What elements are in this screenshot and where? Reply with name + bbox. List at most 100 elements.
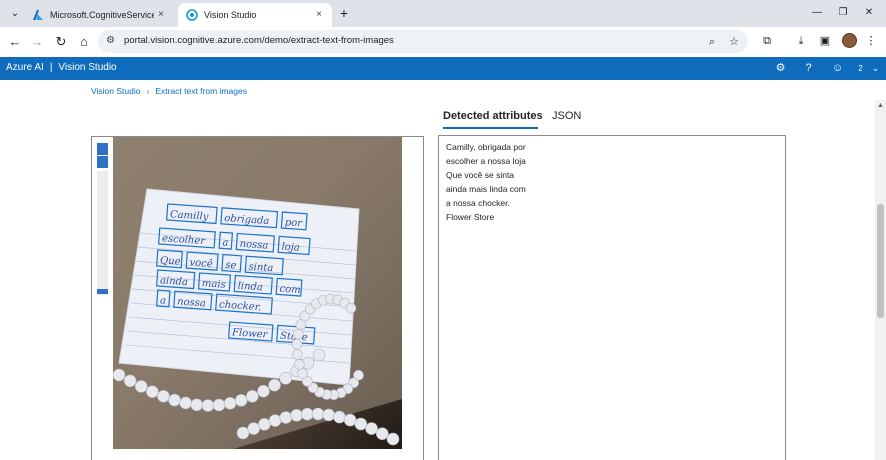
- page-scrollbar[interactable]: ▲: [875, 100, 886, 460]
- new-tab-button[interactable]: +: [336, 5, 352, 21]
- forward-icon[interactable]: →: [27, 32, 47, 52]
- pearl: [300, 407, 314, 421]
- feedback-smiley-icon[interactable]: ☺: [829, 60, 846, 77]
- pearl: [157, 389, 170, 403]
- azure-logo-icon: [33, 10, 43, 20]
- pearl: [311, 407, 325, 421]
- browser-tab-vision-studio[interactable]: Vision Studio ×: [178, 3, 332, 27]
- brand-separator: |: [49, 62, 53, 73]
- browser-menu-icon[interactable]: ⋮: [862, 32, 880, 50]
- brand-name: Azure AI: [6, 62, 44, 73]
- pearl: [291, 338, 303, 350]
- pearl: [365, 422, 378, 435]
- site-info-icon[interactable]: ⚙: [106, 35, 118, 47]
- handwritten-word: a: [222, 237, 229, 248]
- browser-tab-azure[interactable]: Microsoft.CognitiveServicesAllI ×: [24, 3, 174, 27]
- breadcrumb: Vision Studio › Extract text from images: [91, 86, 247, 96]
- uploaded-photo: Camilly obrigada porescolher a nossa lojaQue v…: [113, 137, 402, 449]
- pearl: [294, 359, 305, 370]
- app-header: Azure AI | Vision Studio ⚙ ? ☺ 2 ⌄: [0, 57, 886, 80]
- pearl: [113, 368, 126, 382]
- pearl: [146, 385, 159, 398]
- breadcrumb-chevron-icon: ›: [146, 86, 150, 96]
- address-bar[interactable]: ⚙ portal.vision.cognitive.azure.com/demo…: [98, 30, 748, 53]
- settings-gear-icon[interactable]: ⚙: [772, 60, 789, 77]
- app-title[interactable]: Azure AI | Vision Studio: [6, 62, 117, 73]
- pearl: [247, 422, 261, 435]
- pearl: [168, 393, 181, 407]
- detected-line: Camilly, obrigada por: [446, 142, 526, 152]
- zoom-slider-handle[interactable]: [97, 289, 108, 294]
- tab-title: Vision Studio: [204, 10, 257, 20]
- minimize-icon[interactable]: —: [806, 4, 828, 22]
- pearl: [292, 349, 303, 360]
- detected-line: Flower Store: [446, 212, 495, 222]
- reload-icon[interactable]: ↻: [51, 32, 71, 52]
- pearl: [212, 398, 226, 412]
- zoom-icon[interactable]: ⌕: [704, 34, 720, 50]
- pearl: [386, 432, 400, 446]
- scroll-up-arrow-icon[interactable]: ▲: [875, 100, 886, 112]
- downloads-icon[interactable]: ⤓: [792, 32, 810, 50]
- pearl: [345, 302, 357, 314]
- pearl: [292, 328, 304, 340]
- pearl: [268, 378, 281, 392]
- profile-avatar[interactable]: [842, 33, 857, 48]
- close-tab-icon[interactable]: ×: [312, 8, 326, 22]
- back-icon[interactable]: ←: [5, 32, 25, 52]
- zoom-slider-track[interactable]: [97, 171, 108, 295]
- pearl: [297, 368, 308, 379]
- handwritten-word: linda: [237, 281, 263, 294]
- url-text[interactable]: portal.vision.cognitive.azure.com/demo/e…: [124, 35, 394, 46]
- pearl: [279, 411, 293, 424]
- pearl: [246, 390, 259, 403]
- handwritten-word: sinta: [248, 261, 273, 274]
- breadcrumb-current[interactable]: Extract text from images: [155, 86, 247, 96]
- restore-icon[interactable]: ❐: [832, 4, 854, 22]
- handwritten-word: com: [279, 284, 301, 296]
- pearl: [190, 398, 204, 412]
- pearl: [343, 413, 357, 427]
- pearl: [134, 380, 148, 393]
- help-icon[interactable]: ?: [800, 60, 817, 77]
- active-tab-indicator: [443, 127, 538, 129]
- browser-tab-strip: ⌄ Microsoft.CognitiveServicesAllI × Visi…: [0, 0, 886, 27]
- vision-studio-icon: [186, 9, 198, 21]
- tab-json[interactable]: JSON: [552, 110, 581, 122]
- detected-line: Que você se sinta: [446, 170, 515, 180]
- pearl: [333, 410, 346, 424]
- handwritten-word: se: [225, 260, 237, 272]
- chevron-down-icon[interactable]: ⌄: [867, 60, 884, 77]
- handwritten-word: nossa: [177, 296, 206, 309]
- close-tab-icon[interactable]: ×: [154, 8, 168, 22]
- scrollbar-thumb[interactable]: [877, 204, 884, 318]
- handwritten-word: por: [284, 217, 303, 229]
- pearl: [279, 372, 292, 385]
- handwritten-word: ainda: [160, 275, 189, 288]
- breadcrumb-home-link[interactable]: Vision Studio: [91, 86, 140, 96]
- bookmark-star-icon[interactable]: ☆: [726, 34, 742, 50]
- tab-search-button[interactable]: ⌄: [6, 5, 24, 23]
- tab-detected-attributes[interactable]: Detected attributes: [443, 110, 543, 122]
- pearl: [257, 384, 270, 398]
- handwritten-word: mais: [202, 278, 226, 291]
- detected-text-panel: Camilly, obrigada por escolher a nossa l…: [438, 135, 786, 460]
- home-icon[interactable]: ⌂: [74, 32, 94, 52]
- zoom-in-button[interactable]: [97, 143, 108, 155]
- pearl: [268, 414, 282, 427]
- pearl: [123, 374, 137, 388]
- extensions-icon[interactable]: ⧉: [758, 32, 776, 50]
- detected-line: a nossa chocker.: [446, 198, 510, 208]
- detected-line: escolher a nossa loja: [446, 156, 526, 166]
- pearl: [375, 427, 389, 440]
- pearl: [290, 409, 303, 422]
- image-viewer: Camilly obrigada por escolher a nossa loja Que v…: [91, 136, 424, 460]
- pearl: [234, 394, 248, 407]
- zoom-out-button[interactable]: [97, 156, 108, 168]
- pearl: [312, 348, 326, 362]
- window-close-icon[interactable]: ✕: [858, 4, 880, 22]
- pearl: [179, 396, 192, 410]
- handwritten-word: a: [160, 295, 167, 306]
- side-panel-icon[interactable]: ▣: [816, 32, 834, 50]
- browser-toolbar: ← → ↻ ⌂ ⚙ portal.vision.cognitive.azure.…: [0, 27, 886, 56]
